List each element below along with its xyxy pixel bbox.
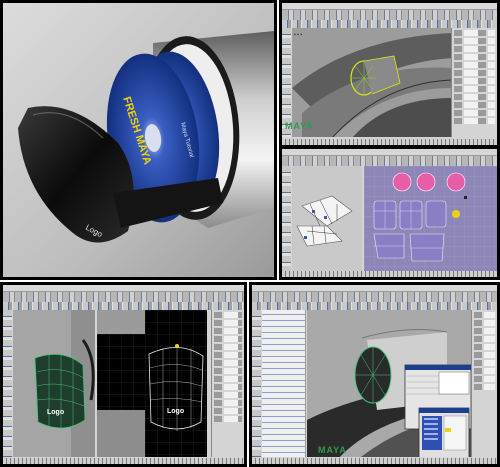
uv-texture-editor[interactable]: [364, 166, 497, 271]
front-viewport[interactable]: Logo: [97, 310, 207, 457]
watermark-top: MAYA: [285, 121, 314, 131]
ol-viewport[interactable]: [307, 310, 471, 457]
maya-uv-panel: [279, 146, 500, 280]
product-render-image: FRESH MAYA Maya Tutorial Logo: [18, 31, 274, 243]
uv-layout: [364, 166, 497, 271]
uv-status-toolbar[interactable]: [282, 156, 497, 166]
wf-tool-box[interactable]: [3, 310, 12, 457]
wf-menu-bar[interactable]: [3, 285, 244, 292]
ol-status-toolbar[interactable]: [252, 292, 497, 302]
ol-time-slider[interactable]: [252, 458, 497, 464]
ol-channel-box[interactable]: [471, 310, 497, 457]
uv-status-line[interactable]: [282, 271, 497, 277]
maya-modeling-window: ▪ ▪ ▪ MAYA: [282, 3, 497, 145]
front-model: Logo: [97, 310, 207, 457]
channel-box[interactable]: [451, 28, 497, 137]
persp-model: Logo: [34, 310, 95, 457]
product-render-panel: FRESH MAYA Maya Tutorial Logo: [0, 0, 277, 280]
uv-scene-viewport[interactable]: [292, 166, 362, 271]
wf-time-slider[interactable]: [3, 458, 244, 464]
time-slider[interactable]: [282, 139, 497, 145]
maya-wireframe-window: Logo Logo: [3, 285, 244, 464]
watermark-bottom: MAYA: [318, 445, 347, 455]
uv-scene-model: [296, 195, 353, 247]
maya-modeling-panel: ▪ ▪ ▪ MAYA: [279, 0, 500, 148]
outliner-list[interactable]: [262, 310, 306, 457]
wf-logo-left: Logo: [47, 409, 64, 416]
persp-viewport[interactable]: Logo: [13, 310, 95, 457]
svg-text:▪ ▪ ▪: ▪ ▪ ▪: [294, 32, 302, 38]
modeling-scene: ▪ ▪ ▪: [292, 32, 451, 137]
wf-logo-right: Logo: [167, 408, 184, 415]
ol-scene: [307, 329, 471, 457]
maya-uv-window: [282, 149, 497, 277]
modeling-viewport[interactable]: ▪ ▪ ▪: [292, 28, 451, 137]
maya-outliner-window: MAYA: [252, 285, 497, 464]
shelf-toolbar[interactable]: [282, 20, 497, 28]
ol-menu-bar[interactable]: [252, 285, 497, 292]
product-render-frame: FRESH MAYA Maya Tutorial Logo: [3, 3, 274, 277]
wf-shelf-toolbar[interactable]: [3, 302, 244, 310]
wf-channel-box[interactable]: [211, 310, 244, 457]
maya-outliner-panel: MAYA: [249, 282, 500, 467]
uv-tool-box[interactable]: [282, 166, 291, 271]
maya-wireframe-panel: Logo Logo: [0, 282, 247, 467]
ol-tool-box[interactable]: [252, 310, 261, 457]
wf-status-toolbar[interactable]: [3, 292, 244, 302]
ol-shelf-toolbar[interactable]: [252, 302, 497, 310]
menu-bar[interactable]: [282, 3, 497, 10]
status-toolbar[interactable]: [282, 10, 497, 20]
uv-menu-bar[interactable]: [282, 149, 497, 156]
